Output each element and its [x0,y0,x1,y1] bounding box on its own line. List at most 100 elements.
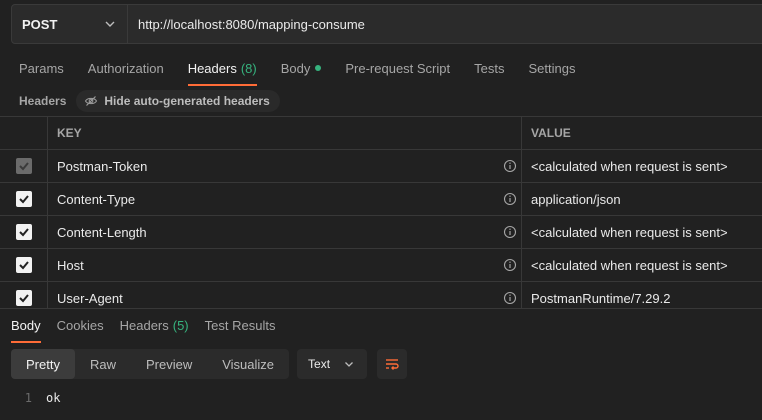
row-value-cell[interactable]: <calculated when request is sent> [522,150,762,182]
headers-table: KEY VALUE Postman-Token <calculated when… [0,116,762,315]
format-select[interactable]: Text [297,349,368,379]
line-number: 1 [24,391,32,405]
tab-body[interactable]: Body [269,52,334,84]
row-checkbox[interactable] [15,158,32,174]
tab-response-cookies[interactable]: Cookies [49,310,112,342]
row-value: <calculated when request is sent> [531,257,728,273]
tab-label: Test Results [204,318,276,333]
table-header-row: KEY VALUE [0,117,762,150]
info-icon[interactable] [503,225,517,239]
table-row: Postman-Token <calculated when request i… [0,150,762,183]
check-icon [18,228,29,237]
tab-pre-request-script[interactable]: Pre-request Script [333,52,462,84]
row-value-cell[interactable]: <calculated when request is sent> [522,249,762,281]
row-checkbox[interactable] [15,191,32,207]
row-value: PostmanRuntime/7.29.2 [531,290,671,306]
url-input[interactable]: http://localhost:8080/mapping-consume [128,5,762,43]
tab-label: Tests [474,60,505,76]
row-key: Content-Length [57,224,147,240]
view-mode-visualize[interactable]: Visualize [207,349,289,379]
headers-count: (8) [240,60,257,76]
check-icon [18,261,29,270]
tab-tests[interactable]: Tests [462,52,516,84]
tab-label: Pre-request Script [345,60,451,76]
view-mode-label: Preview [145,356,193,372]
info-icon[interactable] [503,159,517,173]
row-checkbox[interactable] [15,224,32,240]
row-check-cell [0,150,48,182]
tab-response-headers[interactable]: Headers (5) [112,310,197,342]
tab-label: Body [11,318,41,333]
row-value-cell[interactable]: <calculated when request is sent> [522,216,762,248]
tab-label: Headers [119,318,169,333]
view-mode-label: Raw [89,356,116,372]
tab-label: Headers [187,60,237,76]
view-mode-preview[interactable]: Preview [131,349,207,379]
row-key-cell[interactable]: Postman-Token [48,150,522,182]
view-mode-pretty[interactable]: Pretty [11,349,75,379]
response-headers-count: (5) [172,318,189,333]
body-indicator-dot [315,65,322,71]
tab-label: Cookies [56,318,104,333]
row-check-cell [0,216,48,248]
check-icon [18,294,29,303]
column-label: VALUE [531,126,571,140]
row-checkbox[interactable] [15,290,32,306]
row-key-cell[interactable]: Content-Length [48,216,522,248]
check-icon [18,162,29,171]
wrap-lines-icon [386,359,399,370]
info-icon[interactable] [503,291,517,305]
row-key: User-Agent [57,290,123,306]
info-icon[interactable] [503,192,517,206]
tab-params[interactable]: Params [0,52,76,84]
chevron-down-icon [105,21,115,27]
url-text: http://localhost:8080/mapping-consume [138,16,365,32]
hide-button-label: Hide auto-generated headers [104,94,270,108]
code-line: ok [46,391,61,405]
method-select[interactable]: POST [12,5,128,43]
row-checkbox[interactable] [15,257,32,273]
view-mode-raw[interactable]: Raw [75,349,131,379]
row-key: Content-Type [57,191,136,207]
tab-authorization[interactable]: Authorization [76,52,176,84]
tab-headers[interactable]: Headers (8) [176,52,269,86]
column-header-key: KEY [48,117,522,149]
request-url-bar: POST http://localhost:8080/mapping-consu… [11,4,762,44]
row-key-cell[interactable]: Host [48,249,522,281]
method-label: POST [22,16,58,32]
column-label: KEY [57,126,82,140]
eye-off-icon [85,96,98,106]
chevron-down-icon [345,362,353,367]
request-tabs: Params Authorization Headers (8) Body Pre… [0,52,587,86]
response-body-editor[interactable]: 1 ok [0,391,61,405]
row-value: application/json [531,191,621,207]
view-mode-label: Pretty [26,356,60,372]
tab-label: Authorization [87,60,164,76]
info-icon[interactable] [503,258,517,272]
headers-section-label: Headers [19,94,67,108]
row-check-cell [0,249,48,281]
tab-test-results[interactable]: Test Results [197,310,284,342]
tab-settings[interactable]: Settings [516,52,587,84]
hide-auto-generated-headers-button[interactable]: Hide auto-generated headers [76,90,280,112]
tab-label: Body [280,60,311,76]
format-label: Text [308,357,331,371]
column-header-value: VALUE [522,117,762,149]
row-key: Postman-Token [57,158,148,174]
table-row: Content-Length <calculated when request … [0,216,762,249]
table-row: Host <calculated when request is sent> [0,249,762,282]
response-view-bar: Pretty Raw Preview Visualize Text [11,349,408,379]
response-tabs: Body Cookies Headers (5) Test Results [0,308,762,343]
row-key-cell[interactable]: Content-Type [48,183,522,215]
view-mode-segmented-control: Pretty Raw Preview Visualize [11,349,290,379]
row-value: <calculated when request is sent> [531,158,728,174]
row-check-cell [0,183,48,215]
row-key: Host [57,257,84,273]
check-icon [18,195,29,204]
wrap-lines-button[interactable] [377,349,408,379]
view-mode-label: Visualize [222,356,275,372]
tab-response-body[interactable]: Body [0,310,49,343]
row-value: <calculated when request is sent> [531,224,728,240]
tab-label: Params [19,60,64,76]
row-value-cell[interactable]: application/json [522,183,762,215]
